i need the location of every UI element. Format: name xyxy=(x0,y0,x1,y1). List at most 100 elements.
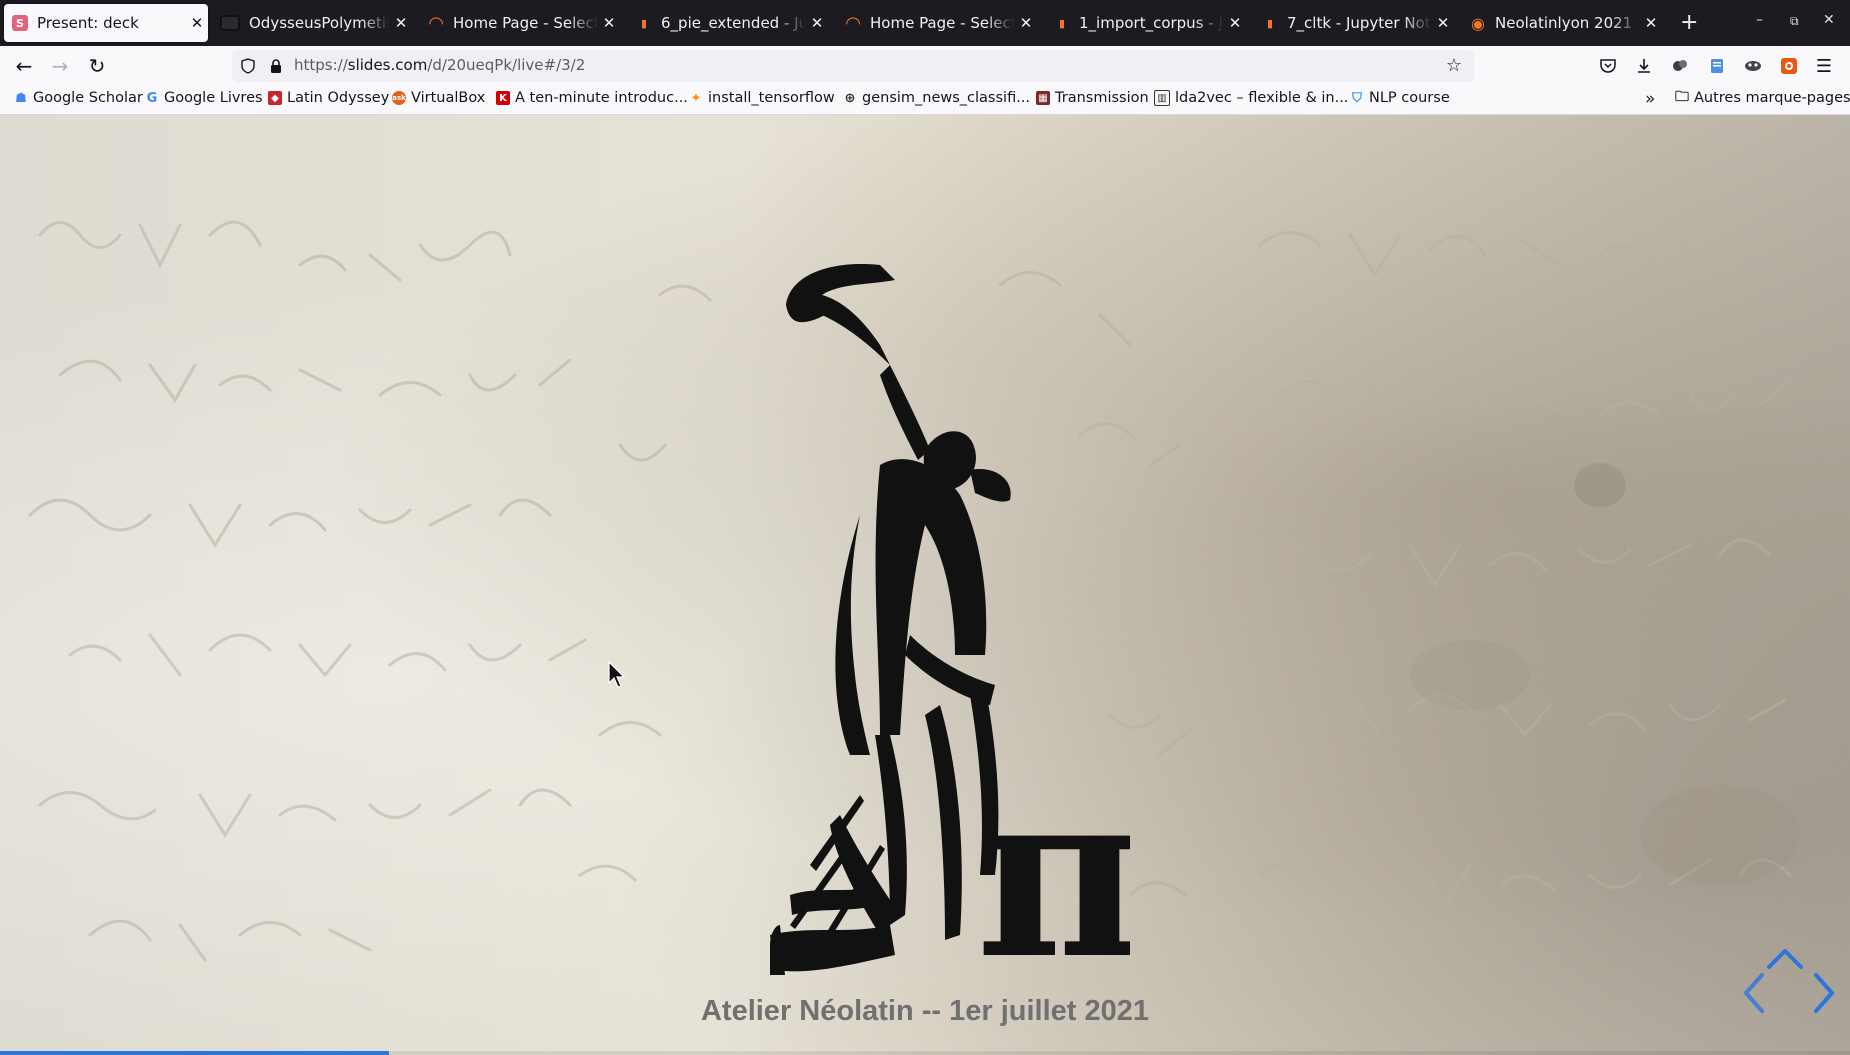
navigate-right-icon[interactable] xyxy=(1810,971,1838,1015)
jupyter-icon: ◠ xyxy=(846,12,860,34)
bookmark-star-icon[interactable]: ☆ xyxy=(1446,55,1462,76)
url-prefix: https:// xyxy=(294,56,348,74)
notebook-icon: ▮ xyxy=(1058,16,1066,30)
slide-caption: Atelier Néolatin -- 1er juillet 2021 xyxy=(700,995,1150,1027)
downloads-icon[interactable] xyxy=(1635,57,1653,75)
mask-extension-icon[interactable] xyxy=(1744,57,1762,75)
bookmark-label: VirtualBox xyxy=(411,90,486,106)
close-tab-icon[interactable]: ✕ xyxy=(598,14,620,32)
tab-home-page-2[interactable]: ◠ Home Page - Select or ✕ xyxy=(837,4,1037,42)
bookmark-lda2vec[interactable]: ▥ lda2vec – flexible & in... xyxy=(1154,90,1348,106)
folder-icon: 🗀 xyxy=(1675,89,1689,105)
other-bookmarks-folder[interactable]: 🗀 Autres marque-pages xyxy=(1675,89,1850,106)
bookmark-label: Transmission xyxy=(1055,90,1149,106)
close-window-icon[interactable]: ✕ xyxy=(1823,12,1835,28)
back-icon[interactable]: ← xyxy=(12,54,36,78)
pocket-icon[interactable] xyxy=(1599,57,1617,75)
navigation-toolbar: ← → ↻ https://slides.com/d/20ueqPk/live#… xyxy=(0,46,1850,86)
tab-home-page[interactable]: ◠ Home Page - Select or ✕ xyxy=(420,4,620,42)
bookmark-label: NLP course xyxy=(1369,90,1450,106)
close-tab-icon[interactable]: ✕ xyxy=(1015,14,1037,32)
mouse-cursor-icon xyxy=(608,661,626,688)
navigate-left-icon[interactable] xyxy=(1740,971,1768,1015)
bookmark-install-tensorflow[interactable]: ✦ install_tensorflow xyxy=(689,90,835,106)
tensorflow-icon: ✦ xyxy=(690,90,702,106)
jupyter-icon: ◠ xyxy=(429,12,443,34)
bookmark-transmission[interactable]: ▦ Transmission xyxy=(1036,90,1149,106)
close-tab-icon[interactable]: ✕ xyxy=(1224,14,1246,32)
bookmark-label: Latin Odyssey xyxy=(287,90,390,106)
url-text[interactable]: https://slides.com/d/20ueqPk/live#/3/2 xyxy=(294,56,585,74)
tab-cltk[interactable]: ▮ 7_cltk - Jupyter Noteb ✕ xyxy=(1254,4,1454,42)
notebook-icon: ▮ xyxy=(640,16,648,30)
bookmark-label: Google Scholar xyxy=(33,90,143,106)
lock-icon[interactable] xyxy=(268,58,284,74)
bookmark-label: lda2vec – flexible & in... xyxy=(1175,90,1349,106)
address-bar[interactable]: https://slides.com/d/20ueqPk/live#/3/2 ☆ xyxy=(232,50,1474,82)
document-extension-icon[interactable] xyxy=(1708,57,1726,75)
tab-title: 6_pie_extended - Jupy xyxy=(661,14,806,32)
philosopher-pi-logo: π xyxy=(770,264,1130,1010)
bookmark-google-scholar[interactable]: ☗ Google Scholar xyxy=(14,90,143,106)
close-tab-icon[interactable]: ✕ xyxy=(1640,14,1662,32)
more-bookmarks-chevron-icon[interactable]: » xyxy=(1645,89,1655,109)
tab-title: Present: deck xyxy=(37,14,139,32)
github-icon xyxy=(220,15,240,31)
tab-title: Neolatinlyon 2021 - éc xyxy=(1495,14,1640,32)
slide-viewport[interactable]: π Atelier Néolatin -- 1er juillet 2021 xyxy=(0,115,1850,1055)
neolatin-icon: ◉ xyxy=(1471,13,1485,33)
latin-odyssey-icon: ◆ xyxy=(268,91,282,105)
tab-neolatinlyon[interactable]: ◉ Neolatinlyon 2021 - éc ✕ xyxy=(1462,4,1662,42)
close-tab-icon[interactable]: ✕ xyxy=(186,14,208,32)
bookmark-label: gensim_news_classifi... xyxy=(862,90,1031,106)
nlp-shield-icon: ⛉ xyxy=(1352,90,1362,106)
tab-github[interactable]: OdysseusPolymetis/ne ✕ xyxy=(212,4,412,42)
new-tab-icon[interactable]: + xyxy=(1680,10,1698,35)
bookmark-ten-minute-intro[interactable]: K A ten-minute introduc... xyxy=(496,90,688,106)
bookmark-label: install_tensorflow xyxy=(708,90,835,106)
close-tab-icon[interactable]: ✕ xyxy=(1432,14,1454,32)
tab-title: 1_import_corpus - Jup xyxy=(1079,14,1224,32)
hamburger-menu-icon[interactable]: ☰ xyxy=(1812,54,1836,78)
bookmark-latin-odyssey[interactable]: ◆ Latin Odyssey xyxy=(268,90,389,106)
url-path: /d/20ueqPk/live#/3/2 xyxy=(427,56,586,74)
close-tab-icon[interactable]: ✕ xyxy=(390,14,412,32)
forward-icon[interactable]: → xyxy=(48,54,72,78)
tab-title: 7_cltk - Jupyter Noteb xyxy=(1287,14,1432,32)
keras-icon: K xyxy=(496,91,510,105)
bookmark-google-livres[interactable]: G Google Livres xyxy=(145,90,263,106)
other-bookmarks-label: Autres marque-pages xyxy=(1694,90,1850,106)
scholar-icon: ☗ xyxy=(15,90,27,106)
minimize-icon[interactable]: – xyxy=(1756,12,1763,28)
bookmark-label: A ten-minute introduc... xyxy=(515,90,688,106)
tab-title: Home Page - Select or xyxy=(870,14,1015,32)
globe-icon: ⊕ xyxy=(844,90,856,106)
notebook-icon: ▮ xyxy=(1266,16,1274,30)
navigate-up-icon[interactable] xyxy=(1765,945,1805,971)
tab-strip: S Present: deck ✕ OdysseusPolymetis/ne ✕… xyxy=(0,0,1850,46)
tracking-shield-icon[interactable] xyxy=(240,58,256,74)
tab-pie-extended[interactable]: ▮ 6_pie_extended - Jupy ✕ xyxy=(628,4,828,42)
extension-icon[interactable] xyxy=(1671,57,1689,75)
bookmark-label: Google Livres xyxy=(164,90,263,106)
addon-icon[interactable] xyxy=(1780,57,1798,75)
tab-present-deck[interactable]: S Present: deck ✕ xyxy=(4,4,208,42)
bookmark-gensim[interactable]: ⊕ gensim_news_classifi... xyxy=(843,90,1031,106)
pi-glyph: π xyxy=(976,740,1130,1010)
slide-progress-bar xyxy=(0,1051,389,1055)
reload-icon[interactable]: ↻ xyxy=(85,54,109,78)
bookmark-virtualbox[interactable]: ask VirtualBox xyxy=(392,90,485,106)
close-tab-icon[interactable]: ✕ xyxy=(806,14,828,32)
bookmark-nlp-course[interactable]: ⛉ NLP course xyxy=(1350,90,1450,106)
tab-title: Home Page - Select or xyxy=(453,14,598,32)
url-domain: slides.com xyxy=(347,56,428,74)
virtualbox-icon: ask xyxy=(392,91,406,105)
slides-icon: S xyxy=(12,15,28,31)
transmission-icon: ▦ xyxy=(1036,91,1050,105)
restore-icon[interactable]: ⧉ xyxy=(1790,14,1799,29)
google-icon: G xyxy=(146,90,158,106)
bookmarks-bar: ☗ Google Scholar G Google Livres ◆ Latin… xyxy=(0,86,1850,115)
lda2vec-icon: ▥ xyxy=(1154,90,1170,106)
tab-import-corpus[interactable]: ▮ 1_import_corpus - Jup ✕ xyxy=(1046,4,1246,42)
tab-title: OdysseusPolymetis/ne xyxy=(249,14,390,32)
